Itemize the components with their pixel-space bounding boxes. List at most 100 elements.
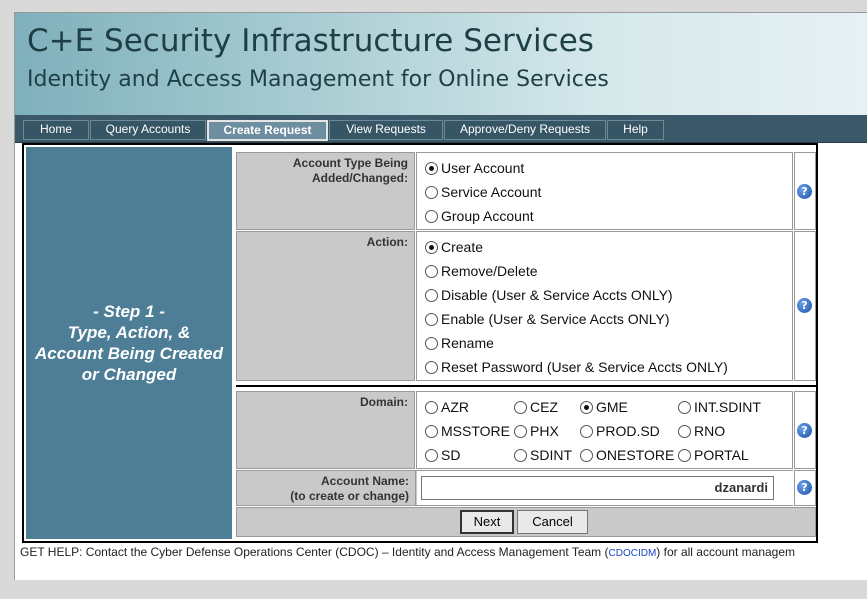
domain-msstore[interactable]: MSSTORE bbox=[425, 423, 510, 439]
step-number: - Step 1 - bbox=[93, 302, 165, 321]
option-label: PORTAL bbox=[694, 447, 749, 463]
option-label: User Account bbox=[441, 160, 525, 176]
cancel-button[interactable]: Cancel bbox=[517, 510, 588, 534]
account-name-label-line: Account Name: bbox=[320, 474, 409, 488]
option-label: Disable (User & Service Accts ONLY) bbox=[441, 287, 673, 303]
radio-selected-icon[interactable] bbox=[425, 161, 438, 175]
option-label: CEZ bbox=[530, 399, 558, 415]
option-label: SDINT bbox=[530, 447, 572, 463]
radio-icon[interactable] bbox=[514, 400, 527, 414]
radio-selected-icon[interactable] bbox=[425, 240, 438, 254]
domain-sdint[interactable]: SDINT bbox=[514, 447, 572, 463]
account-name-input[interactable]: dzanardi bbox=[421, 476, 774, 500]
account-name-label-line: (to create or change) bbox=[290, 489, 409, 503]
account-type-help-cell: ? bbox=[794, 152, 816, 230]
tab-query-accounts[interactable]: Query Accounts bbox=[90, 120, 206, 140]
domain-help-cell: ? bbox=[794, 391, 816, 469]
account-name-row: Account Name: (to create or change) dzan… bbox=[236, 470, 793, 506]
radio-icon[interactable] bbox=[580, 448, 593, 462]
account-type-label-line: Account Type Being bbox=[292, 156, 408, 170]
radio-icon[interactable] bbox=[425, 288, 438, 302]
option-label: ONESTORE bbox=[596, 447, 675, 463]
action-disable[interactable]: Disable (User & Service Accts ONLY) bbox=[425, 287, 673, 303]
option-label: Group Account bbox=[441, 208, 534, 224]
domain-cez[interactable]: CEZ bbox=[514, 399, 558, 415]
radio-icon[interactable] bbox=[678, 424, 691, 438]
radio-icon[interactable] bbox=[425, 400, 438, 414]
domain-azr[interactable]: AZR bbox=[425, 399, 469, 415]
radio-icon[interactable] bbox=[425, 336, 438, 350]
action-rename[interactable]: Rename bbox=[425, 335, 494, 351]
account-type-group[interactable]: Group Account bbox=[425, 208, 534, 224]
domain-onestore[interactable]: ONESTORE bbox=[580, 447, 674, 463]
step-title-line: Account Being Created bbox=[35, 344, 223, 363]
radio-icon[interactable] bbox=[425, 209, 438, 223]
domain-prod-sd[interactable]: PROD.SD bbox=[580, 423, 660, 439]
domain-gme[interactable]: GME bbox=[580, 399, 628, 415]
option-label: SD bbox=[441, 447, 461, 463]
option-label: INT.SDINT bbox=[694, 399, 761, 415]
site-title: C+E Security Infrastructure Services bbox=[27, 23, 594, 59]
action-remove-delete[interactable]: Remove/Delete bbox=[425, 263, 538, 279]
action-label: Action: bbox=[236, 231, 415, 381]
request-form: - Step 1 - Type, Action, & Account Being… bbox=[22, 143, 818, 543]
option-label: Enable (User & Service Accts ONLY) bbox=[441, 311, 670, 327]
radio-icon[interactable] bbox=[425, 360, 438, 374]
main-nav: Home Query Accounts Create Request View … bbox=[15, 115, 867, 143]
radio-icon[interactable] bbox=[425, 185, 438, 199]
option-label: PROD.SD bbox=[596, 423, 660, 439]
next-button[interactable]: Next bbox=[460, 510, 514, 534]
action-enable[interactable]: Enable (User & Service Accts ONLY) bbox=[425, 311, 669, 327]
account-type-service[interactable]: Service Account bbox=[425, 184, 541, 200]
site-subtitle: Identity and Access Management for Onlin… bbox=[27, 67, 609, 92]
question-icon[interactable]: ? bbox=[797, 184, 812, 199]
option-label: Remove/Delete bbox=[441, 263, 538, 279]
option-label: RNO bbox=[694, 423, 726, 439]
option-label: Create bbox=[441, 239, 484, 255]
radio-icon[interactable] bbox=[514, 424, 527, 438]
radio-icon[interactable] bbox=[514, 448, 527, 462]
radio-icon[interactable] bbox=[425, 448, 438, 462]
help-footer: GET HELP: Contact the Cyber Defense Oper… bbox=[20, 545, 795, 559]
radio-icon[interactable] bbox=[678, 448, 691, 462]
tab-create-request[interactable]: Create Request bbox=[207, 120, 328, 141]
step-panel: - Step 1 - Type, Action, & Account Being… bbox=[26, 147, 232, 539]
question-icon[interactable]: ? bbox=[797, 423, 812, 438]
action-create[interactable]: Create bbox=[425, 239, 483, 255]
domain-int-sdint[interactable]: INT.SDINT bbox=[678, 399, 761, 415]
option-label: Reset Password (User & Service Accts ONL… bbox=[441, 359, 728, 375]
domain-rno[interactable]: RNO bbox=[678, 423, 725, 439]
radio-icon[interactable] bbox=[425, 424, 438, 438]
radio-selected-icon[interactable] bbox=[580, 400, 593, 414]
account-type-user[interactable]: User Account bbox=[425, 160, 524, 176]
action-reset-password[interactable]: Reset Password (User & Service Accts ONL… bbox=[425, 359, 728, 375]
question-icon[interactable]: ? bbox=[797, 480, 812, 495]
domain-phx[interactable]: PHX bbox=[514, 423, 559, 439]
question-icon[interactable]: ? bbox=[797, 298, 812, 313]
option-label: GME bbox=[596, 399, 628, 415]
option-label: MSSTORE bbox=[441, 423, 510, 439]
account-name-help-cell: ? bbox=[794, 470, 816, 506]
tab-help[interactable]: Help bbox=[607, 120, 664, 140]
tab-view-requests[interactable]: View Requests bbox=[329, 120, 443, 140]
option-label: AZR bbox=[441, 399, 469, 415]
tab-home[interactable]: Home bbox=[23, 120, 89, 140]
domain-portal[interactable]: PORTAL bbox=[678, 447, 749, 463]
tab-approve-deny-requests[interactable]: Approve/Deny Requests bbox=[444, 120, 606, 140]
radio-icon[interactable] bbox=[580, 424, 593, 438]
radio-icon[interactable] bbox=[678, 400, 691, 414]
radio-icon[interactable] bbox=[425, 312, 438, 326]
footer-text: GET HELP: Contact the Cyber Defense Oper… bbox=[20, 545, 609, 559]
radio-icon[interactable] bbox=[425, 264, 438, 278]
step-title-line: or Changed bbox=[81, 365, 177, 384]
action-help-cell: ? bbox=[794, 231, 816, 381]
account-name-label: Account Name: (to create or change) bbox=[237, 471, 416, 505]
button-row: Next Cancel bbox=[236, 507, 816, 537]
section-divider bbox=[236, 385, 818, 387]
account-type-label-line: Added/Changed: bbox=[312, 171, 408, 185]
cdocidm-link[interactable]: CDOCIDM bbox=[609, 548, 657, 559]
domain-sd[interactable]: SD bbox=[425, 447, 460, 463]
action-options: Create Remove/Delete Disable (User & Ser… bbox=[416, 231, 793, 381]
domain-label: Domain: bbox=[236, 391, 415, 469]
step-title-line: Type, Action, & bbox=[67, 323, 191, 342]
